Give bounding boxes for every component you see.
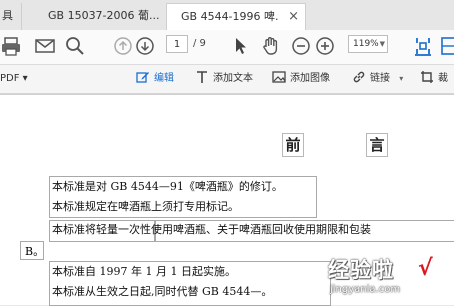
next-page-icon[interactable] (134, 35, 156, 57)
crop-label: 裁 (438, 73, 448, 84)
pdf-menu[interactable]: PDF ▾ (0, 70, 28, 88)
tab-gb4544-active[interactable]: GB 4544-1996 啤... × (166, 3, 306, 30)
paragraph-line: 本标准从生效之日起,同时代替 GB 4544—。 (52, 285, 273, 298)
zoom-value: 119% (353, 39, 379, 49)
heading-char-qian[interactable]: 前 (282, 133, 304, 157)
tab-gb15037[interactable]: GB 15037-2006 葡... (38, 3, 166, 30)
page-number-input[interactable]: 1 (166, 35, 188, 53)
page-total-label: / 9 (193, 38, 206, 49)
zoom-out-icon[interactable] (290, 35, 312, 57)
mail-icon[interactable] (34, 35, 56, 57)
add-image-button[interactable]: 添加图像 (272, 70, 330, 88)
add-text-button[interactable]: 添加文本 (195, 70, 253, 88)
link-dropdown-icon[interactable]: ▾ (399, 74, 403, 83)
crop-button[interactable]: 裁 (420, 70, 448, 88)
image-icon (272, 71, 286, 83)
tab-label: GB 15037-2006 葡... (48, 9, 160, 22)
paragraph-line: 本标准自 1997 年 1 月 1 日起实施。 (52, 265, 236, 278)
paragraph-line: 本标准规定在啤酒瓶上须打专用标记。 (52, 200, 239, 213)
watermark-url: jingyanla.com (330, 284, 401, 295)
chevron-down-icon: ▼ (379, 40, 385, 48)
link-button[interactable]: 链接 ▾ (352, 70, 403, 88)
text-block-b[interactable]: B。 (20, 241, 44, 260)
add-image-label: 添加图像 (290, 73, 330, 84)
select-cursor-icon[interactable] (230, 35, 252, 57)
previous-page-icon[interactable] (112, 35, 134, 57)
scroll-mode-icon[interactable] (438, 35, 454, 57)
edit-label: 编辑 (154, 73, 174, 84)
hand-tool-icon[interactable] (260, 35, 282, 57)
edit-icon (136, 72, 149, 83)
zoom-dropdown[interactable]: 119% ▼ (348, 35, 388, 53)
paragraph-line: 本标准是对 GB 4544—91《啤酒瓶》的修订。 (52, 180, 283, 193)
paragraph-line: 本标准将轻量一次性使用啤酒瓶、关于啤酒瓶回收使用期限和包装 (52, 223, 371, 236)
crop-icon (421, 71, 433, 83)
tab-home[interactable]: 具 (0, 3, 22, 30)
print-icon[interactable] (0, 35, 22, 57)
watermark: 经验啦 √ jingyanla.com (322, 254, 450, 302)
fit-page-icon[interactable] (412, 35, 434, 57)
edit-button[interactable]: 编辑 (136, 70, 174, 88)
link-icon (353, 71, 365, 83)
add-text-label: 添加文本 (213, 73, 253, 84)
close-tab-button[interactable]: × (288, 4, 299, 29)
zoom-in-icon[interactable] (314, 35, 336, 57)
search-icon[interactable] (64, 35, 86, 57)
text-icon (197, 71, 207, 83)
tab-bar: 具 GB 15037-2006 葡... GB 4544-1996 啤... × (0, 0, 454, 31)
checkmark-icon: √ (418, 256, 433, 281)
tab-label: 具 (2, 9, 13, 22)
tab-label: GB 4544-1996 啤... (181, 10, 279, 23)
watermark-text: 经验啦 (328, 258, 394, 282)
heading-char-yan[interactable]: 言 (366, 133, 388, 157)
link-label: 链接 (370, 73, 390, 84)
